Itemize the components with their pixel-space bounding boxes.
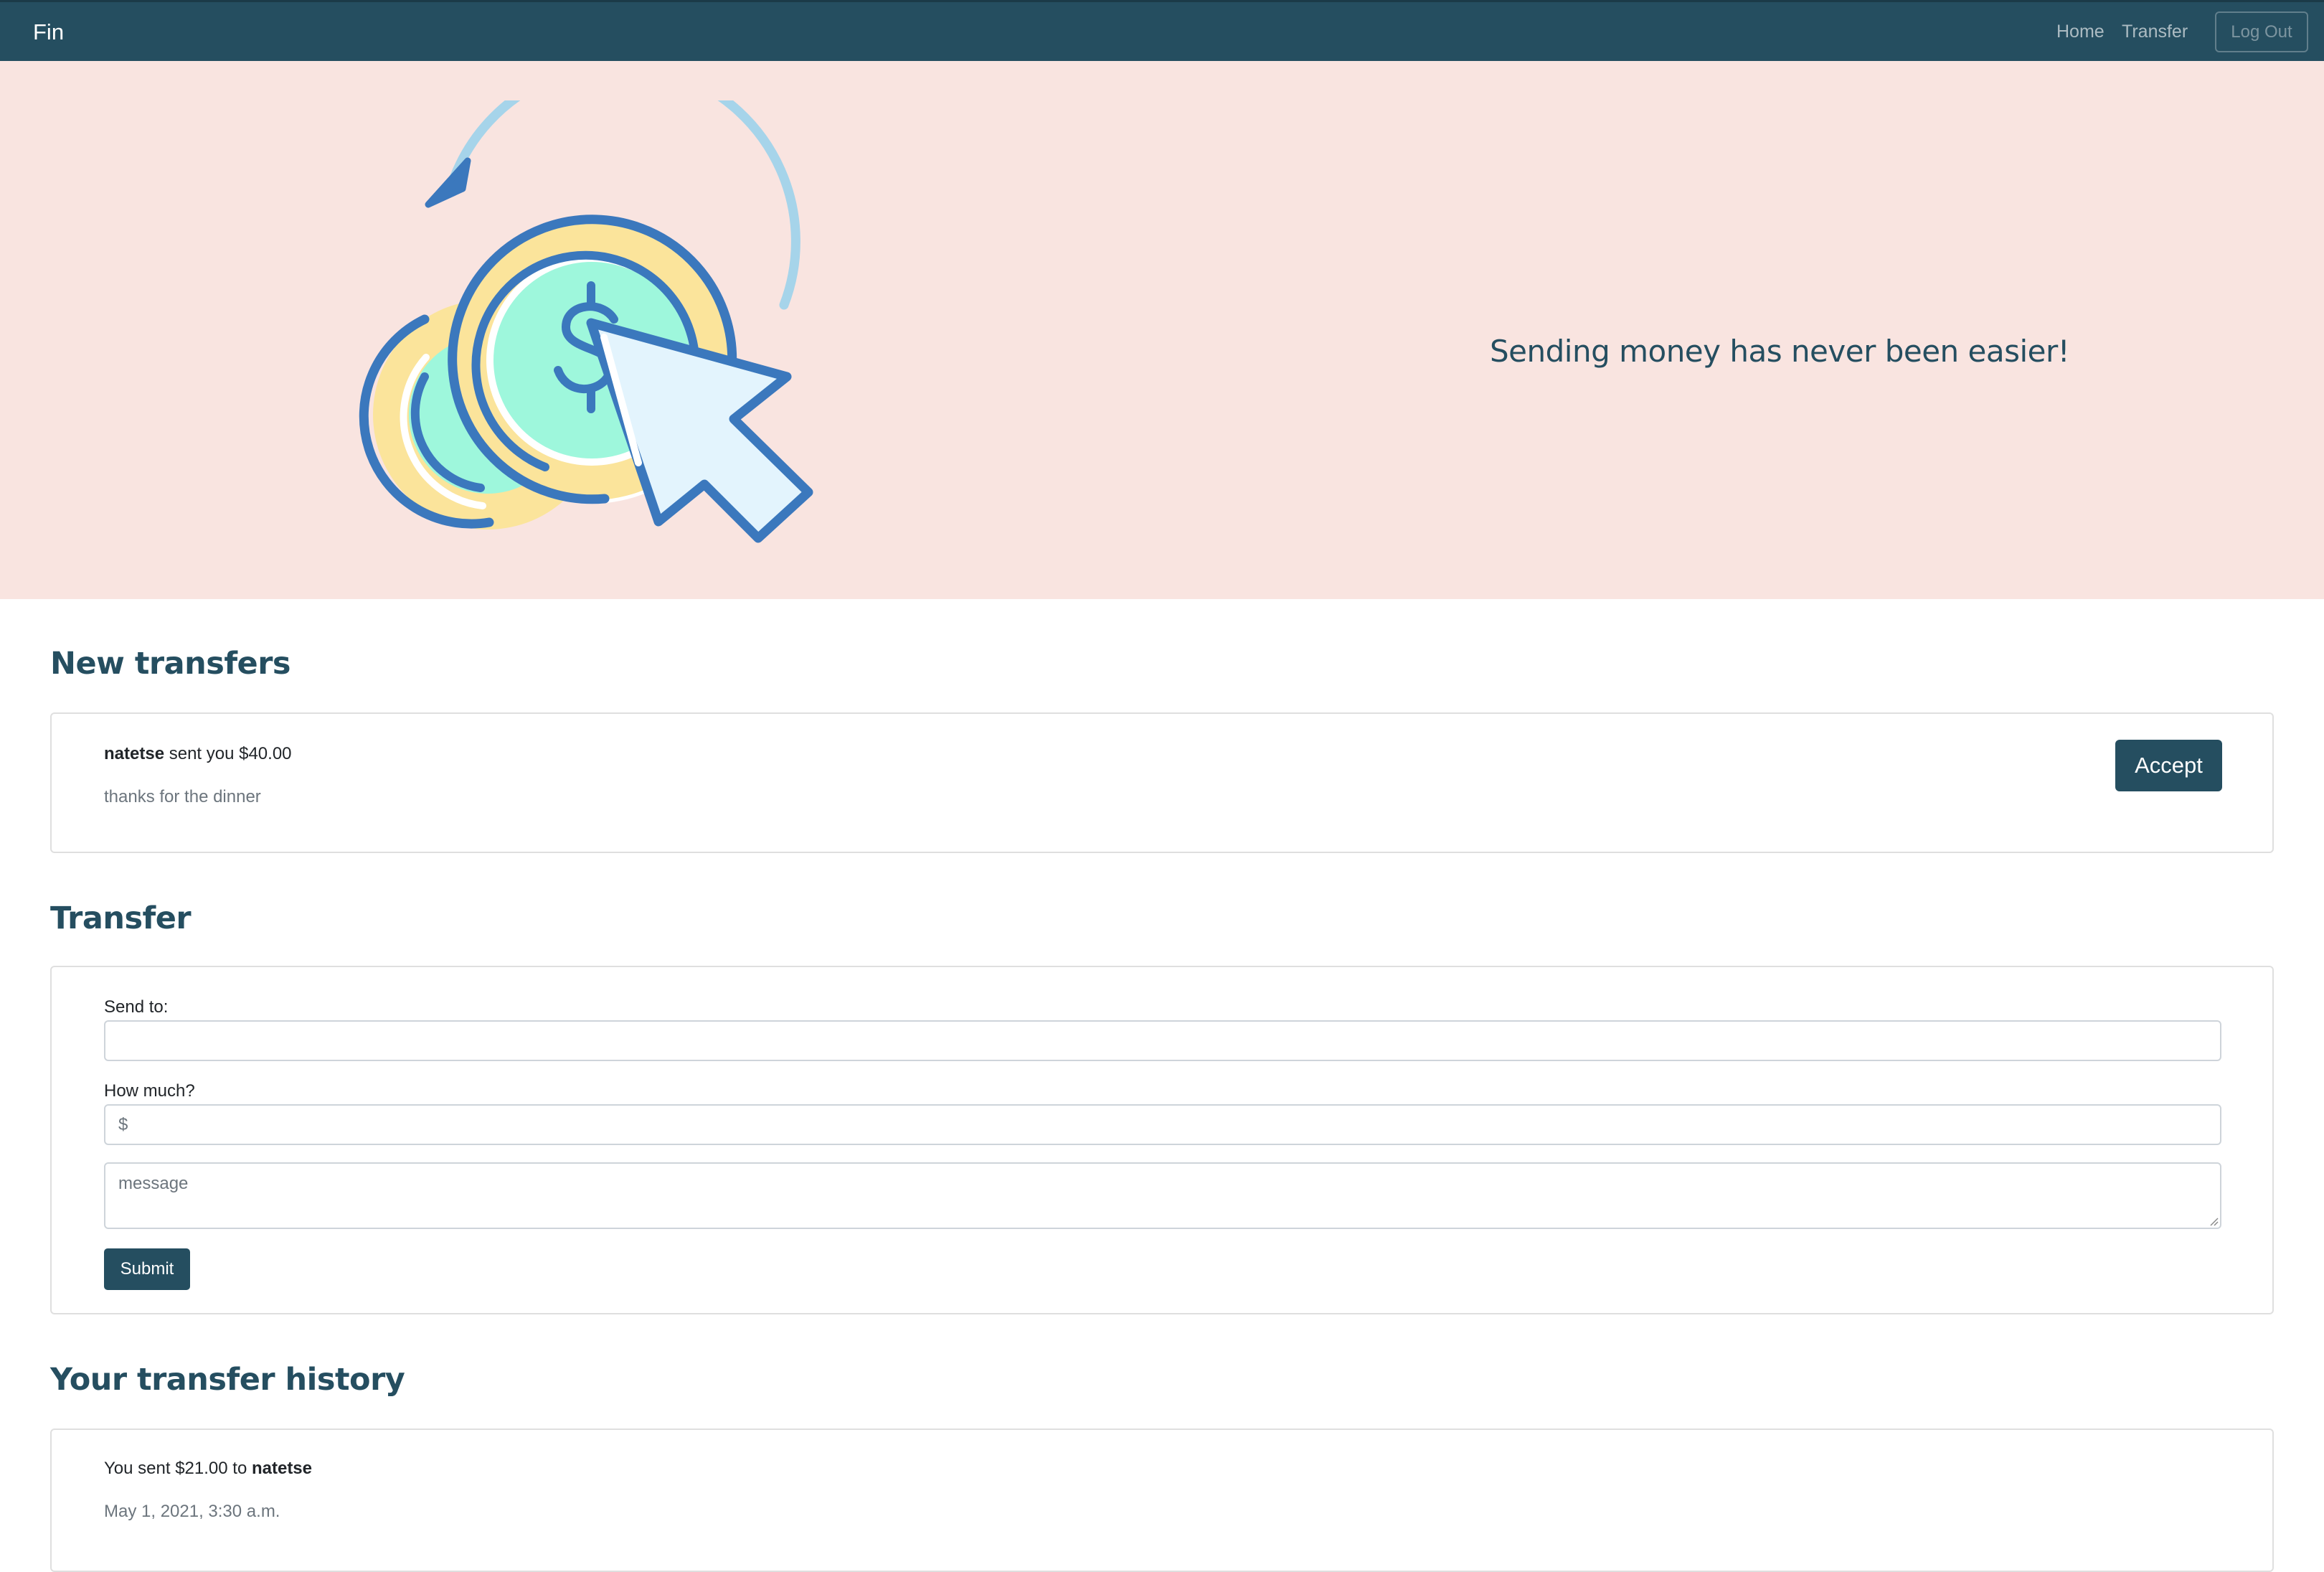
history-summary: You sent $21.00 to natetse	[104, 1459, 312, 1479]
brand-logo[interactable]: Fin	[33, 19, 64, 45]
message-textarea[interactable]	[104, 1162, 2221, 1229]
message-field-wrapper	[104, 1162, 2221, 1229]
accept-button[interactable]: Accept	[2115, 740, 2222, 791]
resize-grip-icon[interactable]	[2209, 1216, 2219, 1226]
hero-banner: Sending money has never been easier!	[0, 61, 2324, 599]
coin-transfer-cursor-icon	[359, 100, 813, 543]
logout-button[interactable]: Log Out	[2215, 11, 2308, 52]
transfer-form-card: Send to: How much? Submit	[50, 966, 2274, 1314]
send-to-label: Send to:	[104, 997, 169, 1017]
send-to-input[interactable]	[104, 1020, 2221, 1061]
amount-label: How much?	[104, 1081, 195, 1101]
new-transfer-card: natetse sent you $40.00 thanks for the d…	[50, 712, 2274, 853]
incoming-transfer-summary: natetse sent you $40.00	[104, 744, 292, 764]
transfer-history-heading: Your transfer history	[50, 1362, 405, 1398]
transfer-heading: Transfer	[50, 900, 192, 936]
transfer-amount-text: sent you $40.00	[164, 744, 292, 763]
new-transfers-heading: New transfers	[50, 646, 291, 682]
history-card: You sent $21.00 to natetse May 1, 2021, …	[50, 1429, 2274, 1572]
transfer-message: thanks for the dinner	[104, 787, 261, 806]
recipient-name: natetse	[251, 1459, 313, 1478]
sender-name: natetse	[104, 744, 165, 763]
nav-link-transfer[interactable]: Transfer	[2122, 22, 2188, 42]
amount-input[interactable]	[104, 1104, 2221, 1145]
submit-button[interactable]: Submit	[104, 1248, 190, 1290]
nav-link-home[interactable]: Home	[2056, 22, 2105, 42]
top-navbar: Fin Home Transfer Log Out	[0, 0, 2324, 61]
hero-tagline: Sending money has never been easier!	[1490, 334, 2070, 369]
history-amount-text: You sent $21.00 to	[104, 1459, 252, 1478]
history-timestamp: May 1, 2021, 3:30 a.m.	[104, 1502, 280, 1521]
